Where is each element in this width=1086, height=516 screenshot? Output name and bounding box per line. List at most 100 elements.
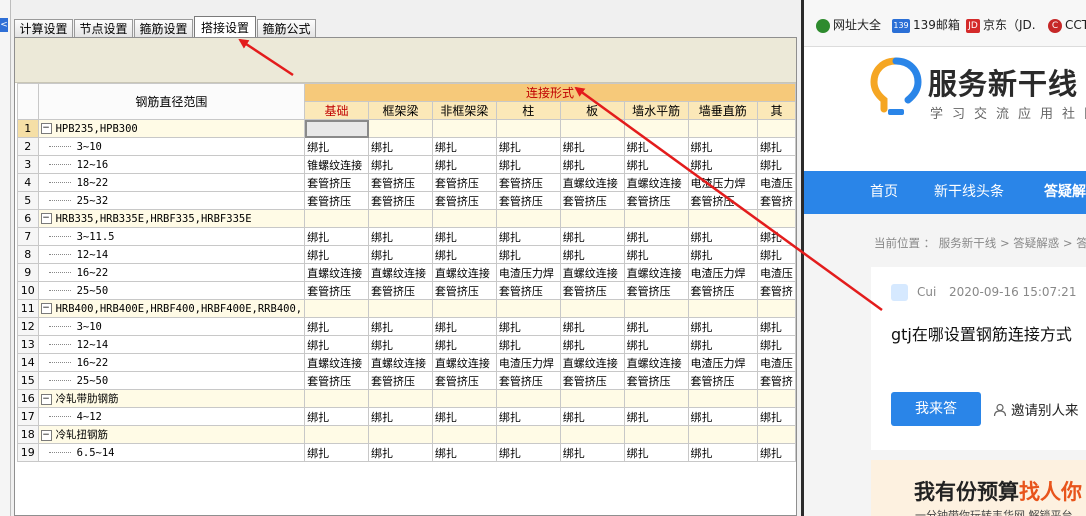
bookmark-item[interactable]: C CCT [1048,16,1086,34]
connection-cell[interactable]: 套管挤压 [687,371,758,390]
connection-cell[interactable]: 绑扎 [687,317,758,336]
connection-cell[interactable]: 绑扎 [756,443,797,462]
connection-cell[interactable]: 绑扎 [431,443,497,462]
connection-cell[interactable]: 绑扎 [495,407,561,426]
connection-cell[interactable]: 直螺纹连接 [304,353,370,372]
collapse-icon[interactable]: − [40,213,52,224]
connection-cell[interactable]: 绑扎 [304,407,370,426]
connection-cell[interactable]: 套管挤 [756,371,797,390]
row-number[interactable]: 19 [17,443,39,462]
connection-cell[interactable] [368,299,433,318]
column-header[interactable]: 柱 [495,101,561,120]
connection-cell[interactable]: 套管挤压 [495,281,561,300]
nav-headlines[interactable]: 新干线头条 [934,171,1004,214]
connection-cell[interactable]: 套管挤压 [623,281,689,300]
connection-cell[interactable]: 绑扎 [687,443,758,462]
connection-cell[interactable]: 绑扎 [687,155,758,174]
connection-cell[interactable]: 直螺纹连接 [368,353,433,372]
connection-cell[interactable] [495,119,561,138]
tab-lap-settings[interactable]: 搭接设置 [194,16,256,38]
connection-cell[interactable]: 套管挤压 [304,191,370,210]
connection-cell[interactable] [623,209,689,228]
connection-cell[interactable]: 绑扎 [368,317,433,336]
connection-cell[interactable]: 绑扎 [495,317,561,336]
connection-cell[interactable] [559,299,625,318]
connection-cell[interactable]: 直螺纹连接 [559,353,625,372]
connection-cell[interactable]: 绑扎 [304,335,370,354]
connection-cell[interactable]: 绑扎 [623,335,689,354]
connection-cell[interactable]: 套管挤压 [623,191,689,210]
connection-cell[interactable]: 套管挤压 [431,191,497,210]
connection-cell[interactable] [623,425,689,444]
connection-cell[interactable]: 绑扎 [756,407,797,426]
connection-cell[interactable]: 绑扎 [495,245,561,264]
row-number[interactable]: 14 [17,353,39,372]
tab-stirrup-settings[interactable]: 箍筋设置 [134,19,193,37]
connection-cell[interactable]: 绑扎 [431,155,497,174]
collapse-icon[interactable]: − [40,123,52,134]
row-number[interactable]: 15 [17,371,39,390]
connection-cell[interactable]: 绑扎 [431,335,497,354]
connection-cell[interactable]: 绑扎 [687,137,758,156]
column-header[interactable]: 板 [559,101,625,120]
connection-cell[interactable] [623,389,689,408]
connection-cell[interactable]: 套管挤压 [368,191,433,210]
row-number[interactable]: 1 [17,119,39,138]
connection-cell[interactable]: 绑扎 [495,137,561,156]
row-number[interactable]: 13 [17,335,39,354]
connection-cell[interactable]: 电渣压力焊 [495,263,561,282]
connection-cell[interactable]: 绑扎 [623,137,689,156]
connection-cell[interactable]: 套管挤压 [623,371,689,390]
connection-cell[interactable]: 绑扎 [756,137,797,156]
connection-cell[interactable]: 套管挤压 [368,371,433,390]
connection-cell[interactable]: 绑扎 [559,227,625,246]
connection-cell[interactable]: 锥螺纹连接 [304,155,370,174]
connection-cell[interactable]: 直螺纹连接 [623,353,689,372]
connection-cell[interactable]: 绑扎 [559,443,625,462]
row-number[interactable]: 7 [17,227,39,246]
connection-cell[interactable]: 套管挤压 [559,281,625,300]
connection-cell[interactable]: 电渣压力焊 [687,263,758,282]
connection-cell[interactable] [431,209,497,228]
connection-cell[interactable]: 绑扎 [756,317,797,336]
connection-cell[interactable] [495,209,561,228]
column-header[interactable]: 非框架梁 [431,101,497,120]
connection-cell[interactable] [368,209,433,228]
column-header[interactable]: 框架梁 [368,101,433,120]
connection-cell[interactable] [559,425,625,444]
connection-cell[interactable]: 绑扎 [495,443,561,462]
connection-cell[interactable]: 绑扎 [368,137,433,156]
connection-cell[interactable] [756,119,797,138]
connection-cell[interactable]: 绑扎 [304,443,370,462]
connection-cell[interactable]: 绑扎 [368,155,433,174]
connection-cell[interactable]: 电渣压 [756,173,797,192]
nav-home[interactable]: 首页 [870,171,898,214]
column-header[interactable]: 墙垂直筋 [687,101,758,120]
connection-cell[interactable]: 绑扎 [368,335,433,354]
connection-cell[interactable]: 套管挤压 [495,371,561,390]
connection-cell[interactable] [756,299,797,318]
connection-cell[interactable]: 绑扎 [495,155,561,174]
connection-cell[interactable] [756,209,797,228]
connection-cell[interactable] [559,389,625,408]
connection-cell[interactable]: 直螺纹连接 [431,353,497,372]
connection-cell[interactable] [495,425,561,444]
bookmark-item[interactable]: 网址大全 [816,16,881,34]
connection-cell[interactable]: 绑扎 [559,245,625,264]
connection-cell[interactable]: 绑扎 [495,335,561,354]
connection-cell[interactable]: 电渣压力焊 [687,353,758,372]
connection-cell[interactable] [368,389,433,408]
connection-cell[interactable] [687,425,758,444]
collapse-arrow-icon[interactable]: < [0,18,8,32]
connection-cell[interactable]: 绑扎 [304,137,370,156]
connection-cell[interactable]: 绑扎 [368,245,433,264]
connection-cell[interactable]: 直螺纹连接 [368,263,433,282]
column-header[interactable]: 其 [756,101,797,120]
row-number[interactable]: 4 [17,173,39,192]
connection-cell[interactable] [368,119,433,138]
connection-cell[interactable]: 绑扎 [559,317,625,336]
connection-cell[interactable]: 绑扎 [431,317,497,336]
column-header[interactable]: 基础 [304,101,370,120]
connection-cell[interactable]: 绑扎 [559,155,625,174]
connection-cell[interactable]: 绑扎 [431,137,497,156]
